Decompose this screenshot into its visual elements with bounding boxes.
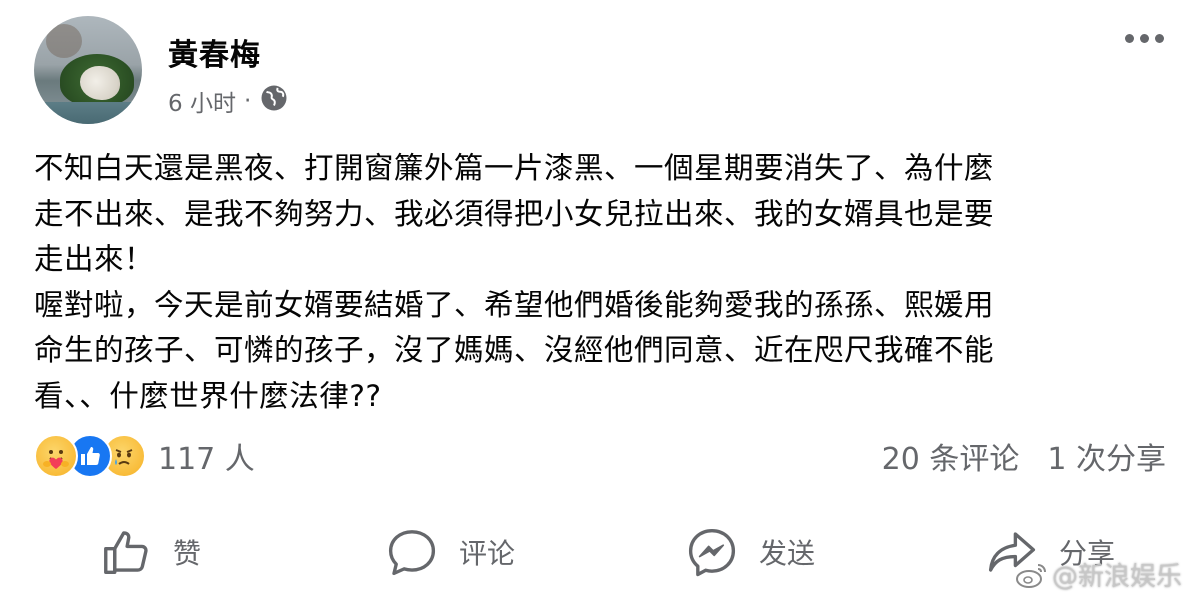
comment-button[interactable]: 评论	[300, 512, 600, 592]
meta-separator: ·	[243, 88, 252, 114]
weibo-icon	[1015, 563, 1046, 588]
avatar-water	[34, 102, 142, 124]
send-label: 发送	[758, 537, 815, 570]
engagement-counts: 20 条评论 1 次分享	[882, 434, 1166, 478]
avatar-tree	[46, 24, 82, 58]
comment-count[interactable]: 20 条评论	[882, 434, 1020, 478]
reaction-count[interactable]: 117 人	[158, 434, 255, 478]
more-dot	[1155, 34, 1164, 43]
globe-icon[interactable]	[259, 83, 289, 119]
post-stats: 117 人 20 条评论 1 次分享	[34, 434, 1166, 478]
watermark: @新浪娱乐	[1014, 556, 1182, 593]
comment-icon	[388, 530, 436, 576]
post-time[interactable]: 6 小时	[168, 84, 236, 118]
thumbs-up-icon	[104, 531, 148, 574]
author-avatar[interactable]	[34, 16, 142, 124]
author-name[interactable]: 黃春梅	[168, 30, 261, 74]
care-icon	[34, 434, 78, 478]
more-dot	[1125, 34, 1134, 43]
messenger-icon	[688, 528, 736, 577]
post-meta: 6 小时 ·	[168, 84, 289, 118]
avatar-sculpture	[80, 66, 120, 100]
more-dot	[1140, 34, 1149, 43]
share-count[interactable]: 1 次分享	[1047, 434, 1166, 478]
like-label: 赞	[172, 537, 201, 570]
post-text: 不知白天還是黑夜、打開窗簾外篇一片漆黑、一個星期要消失了、為什麼 走不出來、是我…	[34, 151, 995, 413]
send-button[interactable]: 发送	[600, 512, 900, 592]
comment-label: 评论	[458, 537, 515, 570]
more-icon[interactable]	[1125, 34, 1164, 43]
watermark-text: @新浪娱乐	[1051, 562, 1182, 592]
like-button[interactable]: 赞	[0, 512, 300, 592]
reactions-summary[interactable]: 117 人	[34, 434, 255, 478]
